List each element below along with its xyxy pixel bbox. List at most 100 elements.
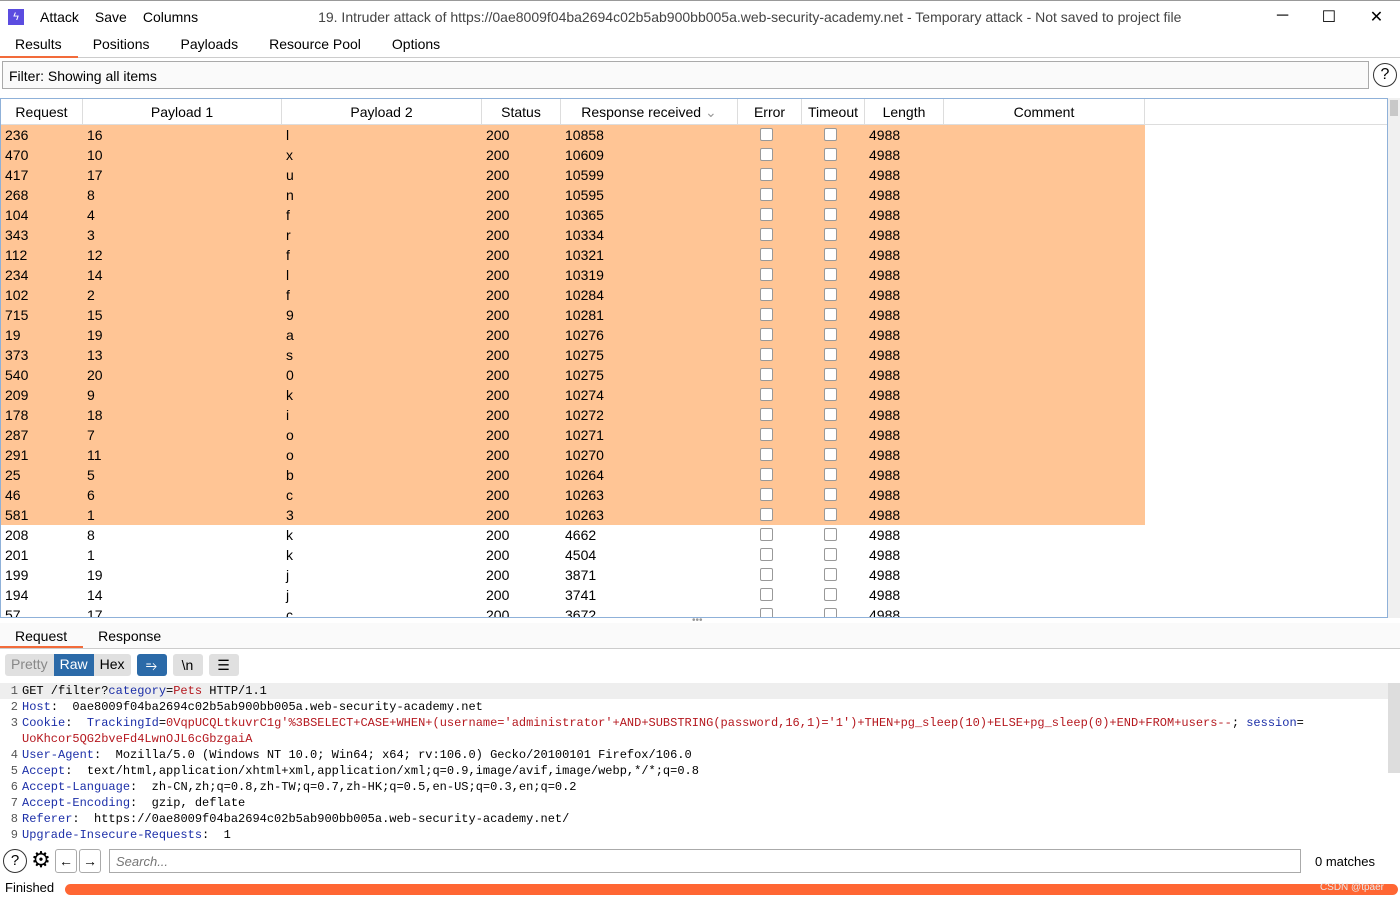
error-checkbox[interactable] bbox=[760, 368, 773, 381]
column-header-request[interactable]: Request bbox=[1, 99, 83, 124]
editor-scrollbar[interactable] bbox=[1388, 683, 1400, 773]
tab-resource-pool[interactable]: Resource Pool bbox=[254, 32, 377, 58]
column-header-payload-1[interactable]: Payload 1 bbox=[83, 99, 282, 124]
table-row[interactable]: 470 10 x 200 10609 4988 bbox=[1, 145, 1387, 165]
timeout-checkbox[interactable] bbox=[824, 368, 837, 381]
error-checkbox[interactable] bbox=[760, 128, 773, 141]
error-checkbox[interactable] bbox=[760, 208, 773, 221]
error-checkbox[interactable] bbox=[760, 308, 773, 321]
timeout-checkbox[interactable] bbox=[824, 308, 837, 321]
timeout-checkbox[interactable] bbox=[824, 128, 837, 141]
tab-payloads[interactable]: Payloads bbox=[166, 32, 255, 58]
help-icon[interactable]: ? bbox=[1373, 63, 1397, 87]
arrow-left-icon[interactable]: ← bbox=[55, 849, 77, 873]
error-checkbox[interactable] bbox=[760, 608, 773, 617]
show-newlines-button[interactable]: \n bbox=[172, 654, 203, 676]
menu-save[interactable]: Save bbox=[95, 9, 127, 25]
table-row[interactable]: 46 6 c 200 10263 4988 bbox=[1, 485, 1387, 505]
arrow-right-icon[interactable]: → bbox=[79, 849, 101, 873]
table-row[interactable]: 236 16 l 200 10858 4988 bbox=[1, 125, 1387, 145]
timeout-checkbox[interactable] bbox=[824, 228, 837, 241]
table-row[interactable]: 104 4 f 200 10365 4988 bbox=[1, 205, 1387, 225]
column-header-error[interactable]: Error bbox=[738, 99, 802, 124]
column-header-status[interactable]: Status bbox=[482, 99, 561, 124]
view-pretty-button[interactable]: Pretty bbox=[5, 654, 54, 676]
table-row[interactable]: 25 5 b 200 10264 4988 bbox=[1, 465, 1387, 485]
view-raw-button[interactable]: Raw bbox=[53, 654, 94, 676]
table-row[interactable]: 209 9 k 200 10274 4988 bbox=[1, 385, 1387, 405]
close-icon[interactable]: ✕ bbox=[1370, 7, 1383, 27]
column-header-timeout[interactable]: Timeout bbox=[802, 99, 865, 124]
minimize-icon[interactable]: ─ bbox=[1277, 7, 1288, 27]
timeout-checkbox[interactable] bbox=[824, 528, 837, 541]
search-input[interactable] bbox=[109, 849, 1301, 873]
tab-response[interactable]: Response bbox=[83, 623, 177, 648]
menu-icon[interactable]: ☰ bbox=[208, 654, 239, 676]
table-row[interactable]: 417 17 u 200 10599 4988 bbox=[1, 165, 1387, 185]
error-checkbox[interactable] bbox=[760, 568, 773, 581]
table-row[interactable]: 715 15 9 200 10281 4988 bbox=[1, 305, 1387, 325]
column-header-length[interactable]: Length bbox=[865, 99, 944, 124]
table-row[interactable]: 287 7 o 200 10271 4988 bbox=[1, 425, 1387, 445]
timeout-checkbox[interactable] bbox=[824, 448, 837, 461]
timeout-checkbox[interactable] bbox=[824, 428, 837, 441]
timeout-checkbox[interactable] bbox=[824, 288, 837, 301]
error-checkbox[interactable] bbox=[760, 268, 773, 281]
timeout-checkbox[interactable] bbox=[824, 468, 837, 481]
timeout-checkbox[interactable] bbox=[824, 168, 837, 181]
timeout-checkbox[interactable] bbox=[824, 568, 837, 581]
error-checkbox[interactable] bbox=[760, 388, 773, 401]
table-row[interactable]: 373 13 s 200 10275 4988 bbox=[1, 345, 1387, 365]
filter-bar[interactable]: Filter: Showing all items bbox=[2, 61, 1369, 89]
error-checkbox[interactable] bbox=[760, 428, 773, 441]
error-checkbox[interactable] bbox=[760, 228, 773, 241]
timeout-checkbox[interactable] bbox=[824, 148, 837, 161]
error-checkbox[interactable] bbox=[760, 328, 773, 341]
table-row[interactable]: 102 2 f 200 10284 4988 bbox=[1, 285, 1387, 305]
timeout-checkbox[interactable] bbox=[824, 588, 837, 601]
table-row[interactable]: 208 8 k 200 4662 4988 bbox=[1, 525, 1387, 545]
help-icon[interactable]: ? bbox=[3, 849, 27, 873]
tab-positions[interactable]: Positions bbox=[78, 32, 166, 58]
error-checkbox[interactable] bbox=[760, 168, 773, 181]
table-row[interactable]: 201 1 k 200 4504 4988 bbox=[1, 545, 1387, 565]
timeout-checkbox[interactable] bbox=[824, 248, 837, 261]
error-checkbox[interactable] bbox=[760, 508, 773, 521]
table-row[interactable]: 112 12 f 200 10321 4988 bbox=[1, 245, 1387, 265]
error-checkbox[interactable] bbox=[760, 448, 773, 461]
column-header-response-received[interactable]: Response received ⌄ bbox=[561, 99, 738, 124]
menu-columns[interactable]: Columns bbox=[143, 9, 198, 25]
table-row[interactable]: 19 19 a 200 10276 4988 bbox=[1, 325, 1387, 345]
timeout-checkbox[interactable] bbox=[824, 328, 837, 341]
table-row[interactable]: 291 11 o 200 10270 4988 bbox=[1, 445, 1387, 465]
timeout-checkbox[interactable] bbox=[824, 508, 837, 521]
error-checkbox[interactable] bbox=[760, 408, 773, 421]
maximize-icon[interactable]: ☐ bbox=[1322, 7, 1336, 27]
error-checkbox[interactable] bbox=[760, 548, 773, 561]
gear-icon[interactable]: ⚙ bbox=[29, 849, 53, 873]
timeout-checkbox[interactable] bbox=[824, 548, 837, 561]
tab-request[interactable]: Request bbox=[0, 623, 84, 648]
view-hex-button[interactable]: Hex bbox=[94, 654, 131, 676]
table-scrollbar[interactable] bbox=[1388, 98, 1400, 618]
table-row[interactable]: 199 19 j 200 3871 4988 bbox=[1, 565, 1387, 585]
tab-results[interactable]: Results bbox=[0, 32, 78, 58]
error-checkbox[interactable] bbox=[760, 188, 773, 201]
error-checkbox[interactable] bbox=[760, 588, 773, 601]
timeout-checkbox[interactable] bbox=[824, 208, 837, 221]
timeout-checkbox[interactable] bbox=[824, 408, 837, 421]
table-row[interactable]: 343 3 r 200 10334 4988 bbox=[1, 225, 1387, 245]
error-checkbox[interactable] bbox=[760, 148, 773, 161]
column-header-payload-2[interactable]: Payload 2 bbox=[282, 99, 482, 124]
table-row[interactable]: 194 14 j 200 3741 4988 bbox=[1, 585, 1387, 605]
error-checkbox[interactable] bbox=[760, 528, 773, 541]
error-checkbox[interactable] bbox=[760, 468, 773, 481]
timeout-checkbox[interactable] bbox=[824, 268, 837, 281]
timeout-checkbox[interactable] bbox=[824, 188, 837, 201]
table-row[interactable]: 268 8 n 200 10595 4988 bbox=[1, 185, 1387, 205]
timeout-checkbox[interactable] bbox=[824, 388, 837, 401]
tab-options[interactable]: Options bbox=[377, 32, 456, 58]
wrap-lines-icon[interactable]: ⥱ bbox=[136, 654, 167, 676]
menu-attack[interactable]: Attack bbox=[40, 9, 79, 25]
table-row[interactable]: 234 14 l 200 10319 4988 bbox=[1, 265, 1387, 285]
